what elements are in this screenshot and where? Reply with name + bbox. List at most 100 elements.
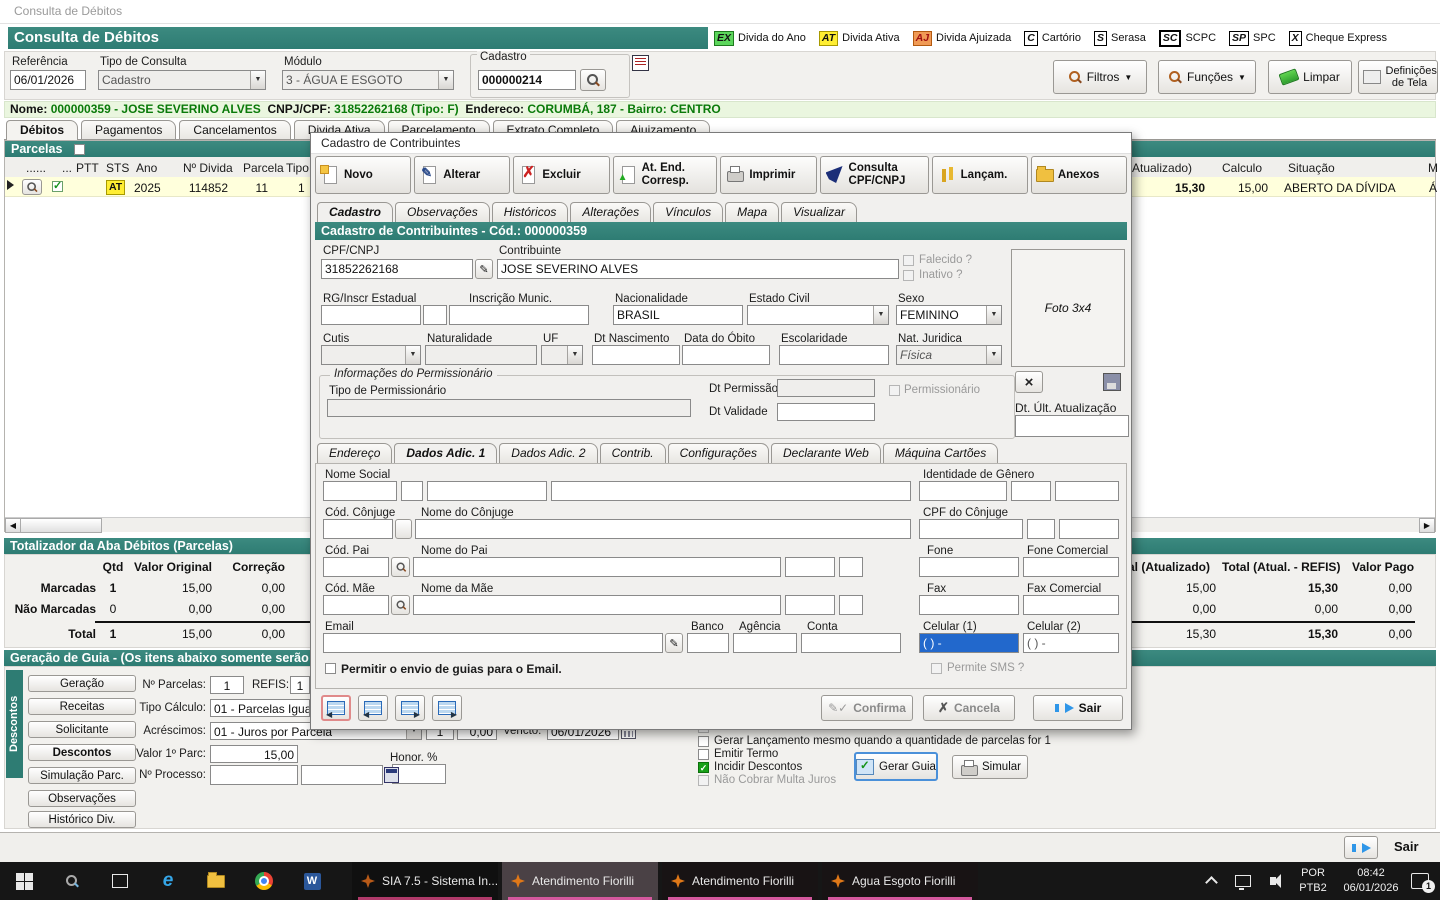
cod-mae-input[interactable] [323,595,389,615]
nparcelas-input[interactable]: 1 [210,676,244,694]
mae-extra-input-1[interactable] [785,595,835,615]
sexo-select[interactable]: FEMININO▼ [896,305,1002,325]
simular-button[interactable]: Simular [952,755,1028,779]
scroll-left-icon[interactable]: ◀ [5,518,21,533]
side-button-solicitante[interactable]: Solicitante [28,721,136,738]
save-photo-icon[interactable] [1103,373,1121,391]
idgen-input-3[interactable] [1055,481,1119,501]
nat-juridica-select[interactable]: Física▼ [896,345,1002,365]
gerar-guia-button[interactable]: ✓ Gerar Guia [854,752,938,781]
tab-cadastro[interactable]: Cadastro [317,202,393,222]
subtab-dados-adic-2[interactable]: Dados Adic. 2 [499,443,597,463]
tab-cancelamentos[interactable]: Cancelamentos [179,120,290,140]
subtab-endereco[interactable]: Endereço [317,443,392,463]
tray-clock[interactable]: 08:42 06/01/2026 [1336,866,1406,896]
descontos-vertical-tab[interactable]: Descontos [6,670,23,778]
taskbar-app-atendimento[interactable]: Atendimento Fiorilli [662,862,818,900]
subtab-configuracoes[interactable]: Configurações [668,443,769,463]
cpf-edit-button[interactable]: ✎ [475,259,493,279]
taskbar-app-sia[interactable]: SIA 7.5 - Sistema In... [352,862,498,900]
pai-extra-input-2[interactable] [839,557,863,577]
refis-input[interactable]: 1 [290,676,310,694]
tab-pagamentos[interactable]: Pagamentos [81,120,176,140]
cod-mae-search-button[interactable] [391,595,410,615]
nacionalidade-input[interactable]: BRASIL [613,305,743,325]
cadastro-input[interactable]: 000000214 [478,70,576,90]
chrome-button[interactable] [242,862,286,900]
inativo-checkbox[interactable] [903,270,914,281]
fax-comercial-input[interactable] [1023,595,1119,615]
side-button-descontos[interactable]: Descontos [28,744,136,761]
tray-volume-button[interactable] [1258,862,1288,900]
email-edit-button[interactable]: ✎ [665,633,683,653]
novo-button[interactable]: Novo [315,156,411,194]
nome-mae-input[interactable] [413,595,781,615]
fone-input[interactable] [919,557,1019,577]
taskbar-search-button[interactable] [50,862,94,900]
taskbar-app-atendimento-active[interactable]: Atendimento Fiorilli [502,862,658,900]
idgen-input-2[interactable] [1011,481,1051,501]
at-end-corresp-button[interactable]: At. End. Corresp. [613,156,718,194]
calculator-icon[interactable] [384,767,399,783]
start-button[interactable] [2,862,46,900]
dt-validade-input[interactable] [777,403,875,421]
tray-chevron-button[interactable] [1196,862,1226,900]
scroll-right-icon[interactable]: ▶ [1419,518,1435,533]
falecido-checkbox[interactable] [903,255,914,266]
definicoes-tela-button[interactable]: Definições de Tela [1358,60,1438,94]
cpf-input[interactable]: 31852262168 [321,259,473,279]
rg-input[interactable] [321,305,421,325]
filtros-button[interactable]: Filtros▼ [1053,60,1147,94]
ie-button[interactable]: e [146,862,190,900]
foto-remove-button[interactable]: × [1015,371,1043,393]
subtab-contrib[interactable]: Contrib. [600,443,666,463]
nome-social-input-3[interactable] [427,481,547,501]
emitir-termo-checkbox[interactable] [698,749,709,760]
celular1-input[interactable]: ( ) - [919,633,1019,653]
incidir-descontos-checkbox[interactable]: ✓ [698,762,709,773]
banco-input[interactable] [687,633,729,653]
contribuinte-input[interactable]: JOSE SEVERINO ALVES [497,259,899,279]
tab-mapa[interactable]: Mapa [725,202,779,222]
nav-first-button[interactable]: ◀ [321,695,351,721]
sair-label[interactable]: Sair [1394,839,1419,854]
explorer-button[interactable] [194,862,238,900]
side-button-historico[interactable]: Histórico Div. [28,811,136,828]
data-obito-input[interactable] [682,345,770,365]
mae-extra-input-2[interactable] [839,595,863,615]
inscricao-input[interactable] [449,305,589,325]
nao-cobrar-multa-checkbox[interactable] [698,775,709,786]
row-zoom-button[interactable] [22,179,42,195]
tab-debitos[interactable]: Débitos [6,120,78,140]
naturalidade-input[interactable] [425,345,537,365]
referencia-input[interactable]: 06/01/2026 [10,70,86,90]
tab-observacoes[interactable]: Observações [395,202,490,222]
valor1-input[interactable]: 15,00 [210,745,298,763]
consulta-cpf-button[interactable]: Consulta CPF/CNPJ [820,156,929,194]
tab-vinculos[interactable]: Vínculos [653,202,723,222]
uf-select[interactable]: ▼ [541,345,583,365]
cutis-select[interactable]: ▼ [321,345,421,365]
parcelas-select-all-checkbox[interactable] [74,144,85,155]
row-checkbox[interactable]: ✓ [52,181,63,192]
tab-historicos[interactable]: Históricos [492,202,569,222]
cancela-button[interactable]: ✗Cancela [923,695,1015,721]
rg-extra-input[interactable] [423,305,447,325]
permitir-email-checkbox[interactable] [325,663,336,674]
tipo-consulta-select[interactable]: Cadastro▼ [98,70,266,90]
tipo-permissionario-input[interactable] [327,399,691,417]
side-button-simulacao[interactable]: Simulação Parc. [28,767,136,784]
cod-conjuge-input[interactable] [323,519,393,539]
email-input[interactable] [323,633,663,653]
limpar-button[interactable]: Limpar [1268,60,1352,94]
pai-extra-input-1[interactable] [785,557,835,577]
nome-pai-input[interactable] [413,557,781,577]
permite-sms-checkbox[interactable] [931,663,942,674]
gerar-lancamento-checkbox[interactable] [698,736,709,747]
alterar-button[interactable]: Alterar [414,156,510,194]
tray-network-button[interactable] [1228,862,1258,900]
excluir-button[interactable]: Excluir [513,156,609,194]
nav-last-button[interactable]: ▶ [432,695,462,721]
cpf-conjuge-input-3[interactable] [1059,519,1119,539]
nome-social-input-1[interactable] [323,481,397,501]
